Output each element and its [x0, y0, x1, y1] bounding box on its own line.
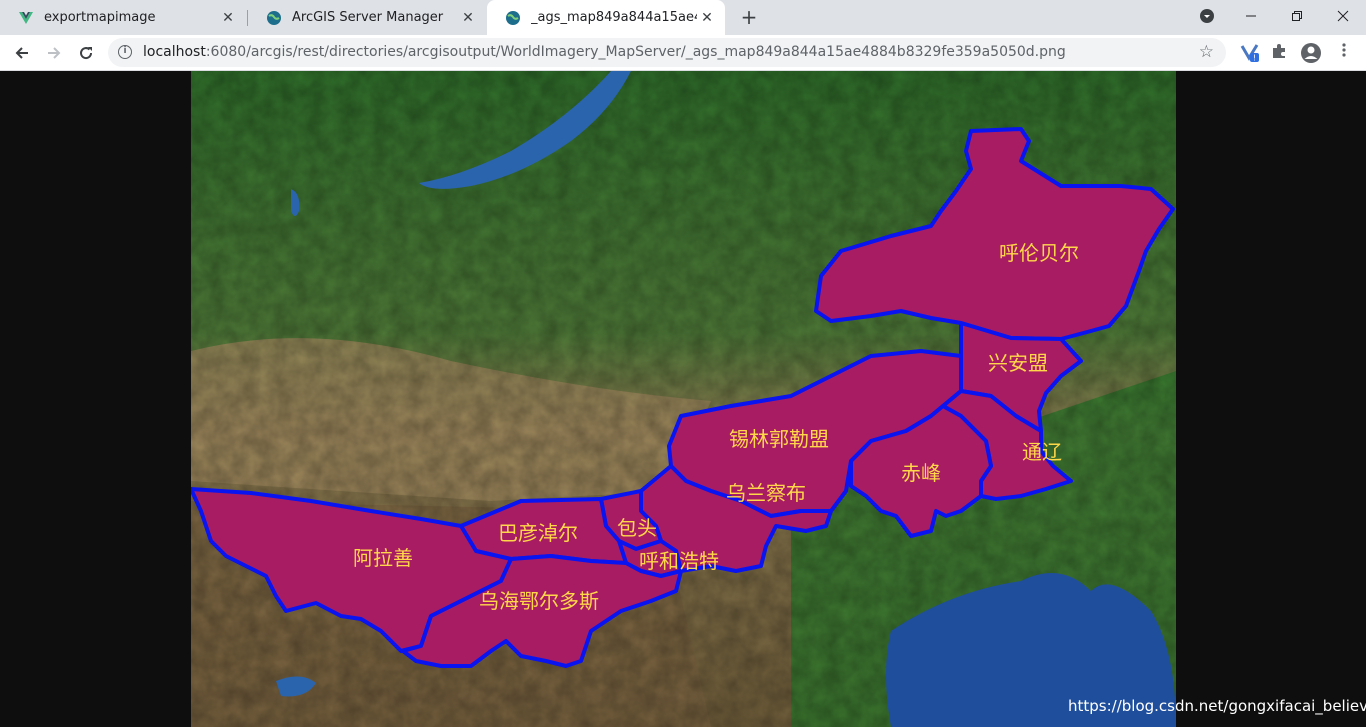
tab-search-button[interactable] — [1184, 0, 1230, 32]
vpn-extension-icon: ! — [1240, 44, 1259, 63]
url-host: localhost — [143, 44, 206, 60]
label-alxa: 阿拉善 — [353, 546, 413, 570]
label-hohhot: 呼和浩特 — [639, 549, 719, 573]
label-baotou: 包头 — [617, 516, 657, 540]
map-svg: 呼伦贝尔 兴安盟 锡林郭勒盟 通辽 赤峰 乌兰察布 包头 呼和浩特 巴彦淖尔 阿… — [191, 71, 1176, 727]
label-hulunbuir: 呼伦贝尔 — [999, 241, 1079, 265]
label-wuhai-ordos: 乌海鄂尔多斯 — [479, 589, 599, 613]
extensions-button[interactable] — [1268, 42, 1290, 64]
label-chifeng: 赤峰 — [901, 461, 941, 485]
close-window-button[interactable] — [1320, 0, 1366, 32]
restore-icon — [1292, 11, 1302, 21]
minimize-button[interactable] — [1228, 0, 1274, 32]
globe-icon — [506, 10, 520, 25]
svg-text:!: ! — [1253, 54, 1256, 63]
arrow-right-icon — [48, 47, 61, 59]
info-icon[interactable]: i — [118, 45, 132, 59]
close-tab-icon[interactable]: ✕ — [458, 10, 478, 26]
more-vert-icon — [1342, 43, 1346, 57]
restore-button[interactable] — [1274, 0, 1320, 32]
label-bayannur: 巴彦淖尔 — [498, 521, 578, 545]
chevron-down-icon — [1200, 9, 1214, 23]
url-text[interactable]: localhost:6080/arcgis/rest/directories/a… — [143, 44, 1066, 60]
back-button[interactable] — [8, 39, 36, 67]
browser-toolbar: i localhost:6080/arcgis/rest/directories… — [0, 35, 1366, 71]
tab-label: _ags_map849a844a15ae4884b — [531, 10, 697, 25]
tab-label: ArcGIS Server Manager — [292, 10, 444, 25]
close-tab-icon[interactable]: ✕ — [218, 10, 238, 26]
page-viewport: 呼伦贝尔 兴安盟 锡林郭勒盟 通辽 赤峰 乌兰察布 包头 呼和浩特 巴彦淖尔 阿… — [0, 71, 1366, 727]
reload-button[interactable] — [72, 39, 100, 67]
close-tab-icon[interactable]: ✕ — [697, 10, 717, 26]
tab-strip: exportmapimage ✕ ArcGIS Server Manager ✕… — [0, 0, 1366, 35]
vue-icon — [19, 11, 33, 24]
close-icon — [1337, 10, 1349, 22]
menu-button[interactable] — [1333, 42, 1355, 64]
new-tab-button[interactable]: + — [736, 4, 762, 30]
label-tongliao: 通辽 — [1022, 440, 1062, 464]
watermark-text: https://blog.csdn.net/gongxifacai_believ… — [1068, 697, 1366, 715]
puzzle-icon — [1273, 44, 1285, 58]
profile-button[interactable] — [1300, 42, 1322, 64]
globe-icon — [267, 10, 281, 25]
label-ulanqab: 乌兰察布 — [726, 481, 806, 505]
tab-exportmapimage[interactable]: exportmapimage ✕ — [0, 0, 246, 35]
tab-label: exportmapimage — [44, 10, 156, 25]
map-image: 呼伦贝尔 兴安盟 锡林郭勒盟 通辽 赤峰 乌兰察布 包头 呼和浩特 巴彦淖尔 阿… — [191, 71, 1176, 727]
reload-icon — [80, 47, 93, 60]
minimize-icon — [1246, 15, 1256, 17]
tab-map-image[interactable]: _ags_map849a844a15ae4884b ✕ — [487, 0, 725, 35]
tab-arcgis-server-manager[interactable]: ArcGIS Server Manager ✕ — [248, 0, 486, 35]
arrow-left-icon — [15, 47, 28, 59]
forward-button[interactable] — [40, 39, 68, 67]
label-xilingol: 锡林郭勒盟 — [729, 427, 829, 451]
address-bar[interactable]: i localhost:6080/arcgis/rest/directories… — [108, 38, 1226, 67]
extension-button[interactable]: ! — [1239, 42, 1261, 64]
avatar-icon — [1301, 43, 1321, 63]
url-path: :6080/arcgis/rest/directories/arcgisoutp… — [205, 44, 1066, 60]
label-xinganmeng: 兴安盟 — [988, 351, 1048, 375]
bookmark-star-icon[interactable]: ☆ — [1199, 42, 1214, 62]
